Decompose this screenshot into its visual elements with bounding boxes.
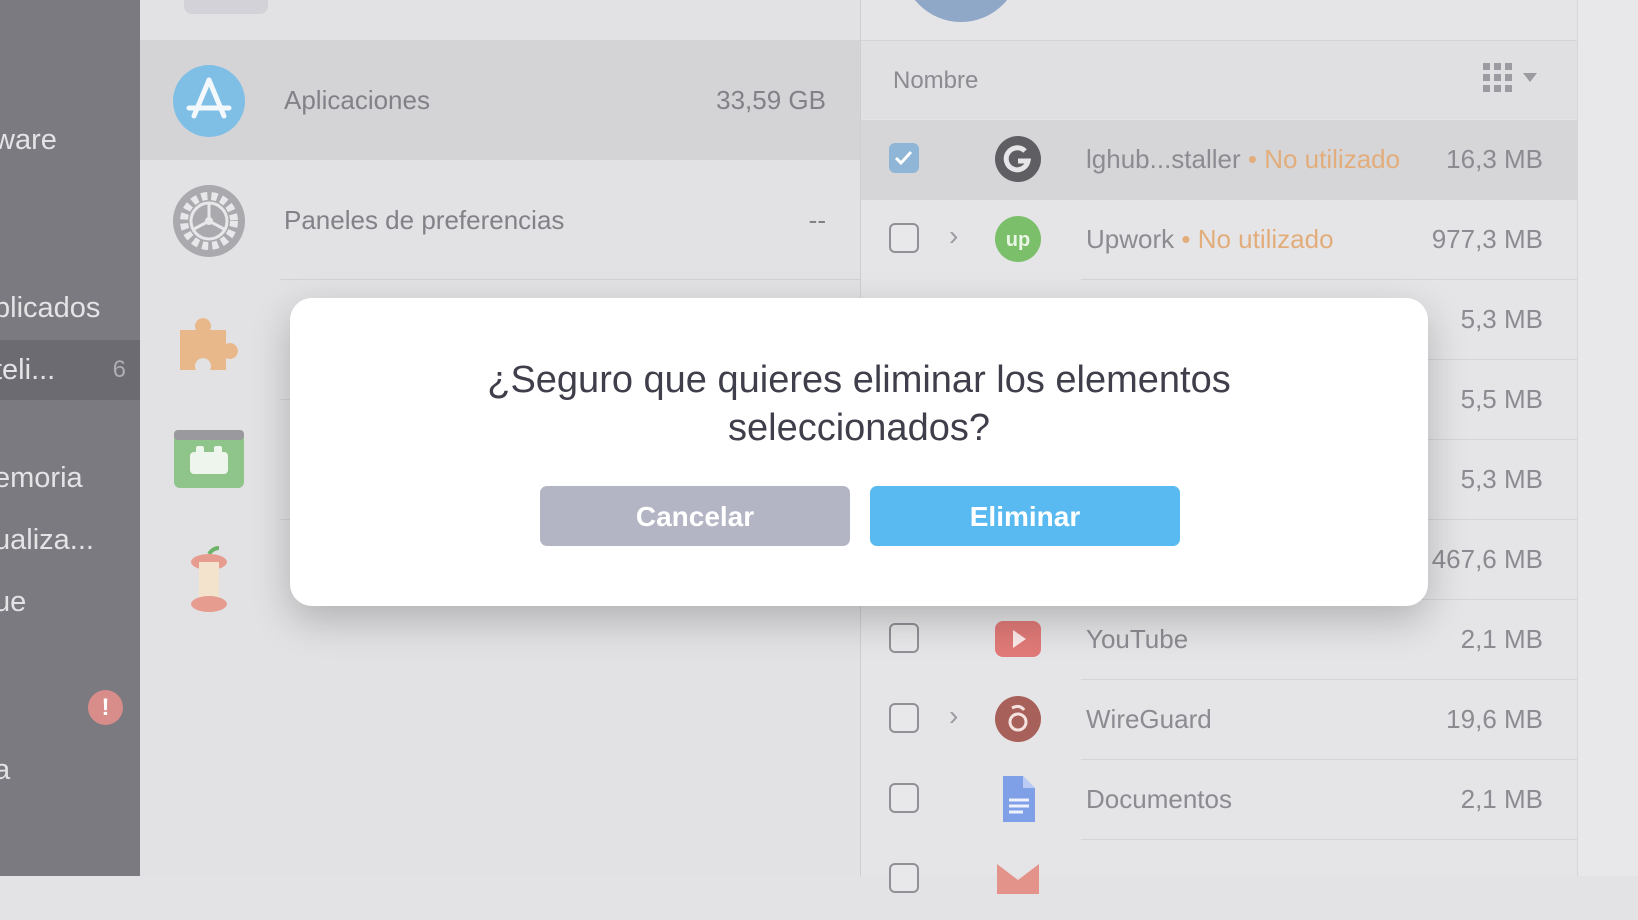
checkbox[interactable] bbox=[889, 863, 919, 893]
google-docs-icon bbox=[995, 776, 1041, 822]
app-name-label: Documentos bbox=[1086, 784, 1232, 814]
chevron-right-icon[interactable]: › bbox=[949, 220, 958, 252]
list-item[interactable] bbox=[861, 840, 1577, 920]
app-size: 19,6 MB bbox=[1446, 704, 1543, 734]
app-size: 16,3 MB bbox=[1446, 144, 1543, 174]
app-name-label: Upwork • No utilizado bbox=[1086, 224, 1334, 254]
checkbox[interactable] bbox=[889, 623, 919, 653]
sidebar-item-label: emoria bbox=[0, 462, 83, 494]
checkmark-icon bbox=[894, 150, 913, 166]
sidebar-item-label: ware bbox=[0, 124, 57, 156]
sidebar-item-label: ue bbox=[0, 586, 27, 618]
gmail-icon bbox=[995, 856, 1041, 902]
avatar bbox=[901, 0, 1021, 22]
category-paneles-preferencias[interactable]: Paneles de preferencias -- bbox=[140, 160, 860, 280]
sidebar-item-a[interactable]: a bbox=[0, 740, 140, 800]
youtube-icon bbox=[995, 616, 1041, 662]
list-item[interactable]: Documentos 2,1 MB bbox=[861, 760, 1577, 840]
apple-core-icon bbox=[172, 544, 246, 618]
category-aplicaciones[interactable]: Aplicaciones 33,59 GB bbox=[140, 40, 860, 160]
sidebar-item-count: 6 bbox=[112, 356, 126, 383]
cancel-button[interactable]: Cancelar bbox=[540, 486, 850, 546]
gear-icon bbox=[172, 184, 246, 258]
list-item[interactable]: lghub...staller • No utilizado 16,3 MB bbox=[861, 120, 1577, 200]
column-header-name[interactable]: Nombre bbox=[893, 67, 978, 95]
dialog-message: ¿Seguro que quieres eliminar los element… bbox=[290, 356, 1428, 452]
app-name-label: WireGuard bbox=[1086, 704, 1212, 734]
app-size: 467,6 MB bbox=[1431, 544, 1543, 574]
app-name-label: YouTube bbox=[1086, 624, 1189, 654]
sidebar-item-duplicados[interactable]: plicados bbox=[0, 278, 140, 338]
dialog-message-line: ¿Seguro que quieres eliminar los element… bbox=[487, 359, 1231, 401]
sidebar-item-label: plicados bbox=[0, 292, 101, 324]
app-size: 5,3 MB bbox=[1460, 304, 1543, 334]
puzzle-icon bbox=[172, 304, 246, 378]
alert-badge-icon: ! bbox=[88, 690, 123, 725]
sidebar-item-actualizador[interactable]: ualiza... bbox=[0, 510, 140, 570]
right-edge-panel bbox=[1577, 0, 1638, 876]
sidebar-item-label: teli... bbox=[0, 354, 56, 386]
dialog-message-line: seleccionados? bbox=[728, 407, 990, 449]
chevron-right-icon[interactable]: › bbox=[949, 700, 958, 732]
list-item[interactable]: YouTube 2,1 MB bbox=[861, 600, 1577, 680]
top-partial-icon bbox=[184, 0, 280, 18]
category-label: Paneles de preferencias bbox=[284, 205, 565, 235]
launcher-icon bbox=[172, 424, 246, 498]
sidebar-item-label: a bbox=[0, 754, 11, 786]
category-size: 33,59 GB bbox=[716, 85, 826, 115]
sidebar-item-software[interactable]: ware bbox=[0, 110, 140, 170]
sidebar-item-label: ualiza... bbox=[0, 524, 94, 556]
app-size: 977,3 MB bbox=[1431, 224, 1543, 254]
upwork-icon: up bbox=[995, 216, 1041, 262]
sidebar-item-inteligente[interactable]: teli... 6 bbox=[0, 340, 140, 400]
unused-tag: • No utilizado bbox=[1247, 144, 1401, 174]
list-item[interactable]: › WireGuard 19,6 MB bbox=[861, 680, 1577, 760]
svg-text:up: up bbox=[1006, 229, 1030, 251]
app-size: 5,3 MB bbox=[1460, 464, 1543, 494]
confirm-delete-dialog: ¿Seguro que quieres eliminar los element… bbox=[290, 298, 1428, 606]
sidebar: ware plicados teli... 6 emoria ualiza...… bbox=[0, 0, 140, 876]
app-size: 2,1 MB bbox=[1460, 624, 1543, 654]
logitech-icon bbox=[995, 136, 1041, 182]
app-store-icon bbox=[172, 64, 246, 138]
view-options-icon[interactable] bbox=[1483, 63, 1543, 102]
list-header: Nombre bbox=[861, 40, 1577, 119]
delete-button[interactable]: Eliminar bbox=[870, 486, 1180, 546]
app-size: 5,5 MB bbox=[1460, 384, 1543, 414]
app-name-label: lghub...staller • No utilizado bbox=[1086, 144, 1401, 174]
checkbox[interactable] bbox=[889, 703, 919, 733]
sidebar-item-memoria[interactable]: emoria bbox=[0, 448, 140, 508]
wireguard-icon bbox=[995, 696, 1041, 742]
sidebar-item-bloque[interactable]: ue bbox=[0, 572, 140, 632]
checkbox[interactable] bbox=[889, 783, 919, 813]
category-label: Aplicaciones bbox=[284, 85, 430, 115]
unused-tag: • No utilizado bbox=[1181, 224, 1334, 254]
list-item[interactable]: › up Upwork • No utilizado 977,3 MB bbox=[861, 200, 1577, 280]
checkbox[interactable] bbox=[889, 223, 919, 253]
app-size: 2,1 MB bbox=[1460, 784, 1543, 814]
category-size: -- bbox=[808, 205, 826, 235]
checkbox[interactable] bbox=[889, 143, 919, 173]
